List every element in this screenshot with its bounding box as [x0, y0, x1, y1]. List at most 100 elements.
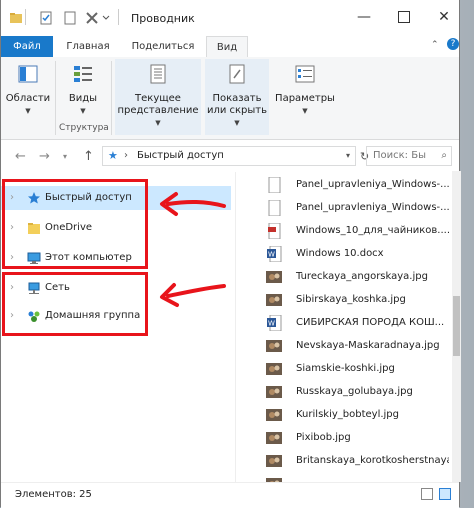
file-item[interactable]: W СИБИРСКАЯ ПОРОДА КОШ... — [259, 312, 449, 335]
file-item[interactable]: Siamskie-koshki.jpg — [259, 358, 449, 381]
show-hide-button[interactable]: Показать или скрыть ▼ — [205, 59, 269, 135]
tab-file[interactable]: Файл — [1, 36, 53, 59]
file-list: Panel_upravleniya_Windows-... Panel_uprav… — [259, 171, 449, 482]
title-bar: Проводник — ✕ — [1, 0, 459, 36]
show-hide-icon — [229, 64, 245, 84]
close-button[interactable]: ✕ — [427, 0, 461, 34]
quick-access-star-icon: ★ — [108, 149, 118, 162]
chevron-down-icon: ▼ — [302, 107, 308, 115]
show-hide-label-1: Показать — [212, 93, 262, 104]
annotation-box — [2, 272, 148, 336]
file-item[interactable]: Pixibob.jpg — [259, 427, 449, 450]
chevron-down-icon: ▼ — [234, 119, 240, 127]
customize-arrow-icon[interactable] — [102, 11, 110, 25]
doc-icon — [265, 176, 283, 194]
tab-home[interactable]: Главная — [59, 36, 117, 57]
image-icon — [265, 338, 283, 354]
ribbon-divider — [55, 61, 56, 135]
word-icon: W — [265, 245, 283, 263]
search-icon: ⌕ — [441, 150, 447, 161]
window-title: Проводник — [131, 12, 195, 25]
image-icon — [265, 384, 283, 400]
file-item[interactable]: Panel_upravleniya_Windows-... — [259, 197, 449, 220]
chevron-down-icon: ▼ — [80, 107, 86, 115]
file-item[interactable] — [259, 473, 449, 482]
maximize-button[interactable] — [387, 0, 421, 34]
maximize-icon — [398, 11, 410, 23]
file-item[interactable]: Panel_upravleniya_Windows-... — [259, 174, 449, 197]
status-bar: Элементов: 25 — [1, 482, 459, 508]
file-name: Panel_upravleniya_Windows-... — [296, 179, 449, 190]
current-view-button[interactable]: Текущее представление ▼ — [115, 59, 201, 135]
scrollbar-thumb[interactable] — [453, 296, 460, 356]
help-icon[interactable]: ? — [447, 38, 459, 50]
large-icons-view-icon[interactable] — [439, 488, 451, 500]
file-item[interactable]: W Windows 10.docx — [259, 243, 449, 266]
file-item[interactable]: Tureckaya_angorskaya.jpg — [259, 266, 449, 289]
file-name: Siamskie-koshki.jpg — [296, 363, 395, 374]
current-view-label-1: Текущее — [135, 93, 181, 104]
image-icon — [265, 407, 283, 423]
ribbon-tabs: Файл Главная Поделиться Вид ⌃ ? — [1, 36, 459, 59]
address-field[interactable]: ★ › Быстрый доступ ▾ — [102, 146, 356, 166]
back-arrow-icon[interactable]: ← — [15, 149, 26, 164]
address-dropdown-icon[interactable]: ▾ — [346, 147, 350, 165]
details-view-icon[interactable] — [421, 488, 433, 500]
file-item[interactable]: Kurilskiy_bobteyl.jpg — [259, 404, 449, 427]
qa-divider — [25, 9, 26, 25]
vertical-scrollbar[interactable] — [452, 171, 461, 482]
file-name: Panel_upravleniya_Windows-... — [296, 202, 449, 213]
folder-icon[interactable] — [9, 11, 23, 25]
new-folder-icon[interactable] — [63, 11, 77, 25]
address-bar-row: ← → ▾ ↑ ★ › Быстрый доступ ▾ ↻ Поиск: Бы… — [1, 141, 459, 171]
ribbon: Области ▼ Виды ▼ Текущее представление ▼… — [1, 57, 459, 140]
image-icon — [265, 292, 283, 308]
group-structure-label: Структура — [59, 123, 109, 133]
file-name: Windows_10_для_чайников.... — [296, 225, 449, 236]
tab-view[interactable]: Вид — [206, 36, 248, 57]
close-icon: ✕ — [438, 9, 450, 25]
pdf-icon — [265, 222, 283, 240]
panels-button[interactable]: Области ▼ — [5, 63, 51, 117]
minimize-button[interactable]: — — [347, 0, 381, 34]
file-name: Kurilskiy_bobteyl.jpg — [296, 409, 399, 420]
up-arrow-icon[interactable]: ↑ — [83, 149, 94, 164]
options-label: Параметры — [275, 93, 335, 104]
qa-divider — [118, 9, 119, 25]
breadcrumb-separator-icon: › — [124, 150, 128, 161]
file-name: Britanskaya_korotkosherstnaya... — [296, 455, 449, 466]
image-icon — [265, 430, 283, 446]
word-icon: W — [265, 314, 283, 332]
forward-arrow-icon[interactable]: → — [39, 149, 50, 164]
panes-icon — [18, 65, 38, 83]
breadcrumb-path[interactable]: Быстрый доступ — [137, 147, 224, 165]
pane-divider[interactable] — [235, 172, 236, 482]
file-name: Sibirskaya_koshka.jpg — [296, 294, 406, 305]
recent-locations-icon[interactable]: ▾ — [63, 152, 67, 161]
layouts-button[interactable]: Виды ▼ — [61, 63, 105, 117]
file-item[interactable]: Windows_10_для_чайников.... — [259, 220, 449, 243]
item-count: Элементов: 25 — [15, 489, 92, 500]
file-item[interactable]: Nevskaya-Maskaradnaya.jpg — [259, 335, 449, 358]
minimize-icon: — — [357, 9, 371, 25]
file-item[interactable]: Sibirskaya_koshka.jpg — [259, 289, 449, 312]
panels-label: Области — [5, 93, 51, 104]
options-button[interactable]: Параметры ▼ — [273, 63, 337, 117]
file-name: Tureckaya_angorskaya.jpg — [296, 271, 428, 282]
collapse-ribbon-icon[interactable]: ⌃ — [431, 40, 439, 50]
svg-text:W: W — [268, 320, 275, 328]
tab-share[interactable]: Поделиться — [125, 36, 201, 57]
file-name: Nevskaya-Maskaradnaya.jpg — [296, 340, 440, 351]
layouts-label: Виды — [68, 93, 98, 104]
file-name: СИБИРСКАЯ ПОРОДА КОШ... — [296, 317, 445, 328]
search-input[interactable]: Поиск: Бы ⌕ — [366, 146, 452, 166]
properties-icon[interactable] — [39, 11, 53, 25]
file-item[interactable]: Britanskaya_korotkosherstnaya... — [259, 450, 449, 473]
file-name: Russkaya_golubaya.jpg — [296, 386, 413, 397]
image-icon — [265, 361, 283, 377]
image-icon — [265, 269, 283, 285]
annotation-arrow-icon — [160, 192, 226, 216]
delete-icon[interactable] — [85, 11, 99, 25]
file-item[interactable]: Russkaya_golubaya.jpg — [259, 381, 449, 404]
search-placeholder: Поиск: Бы — [373, 150, 426, 161]
